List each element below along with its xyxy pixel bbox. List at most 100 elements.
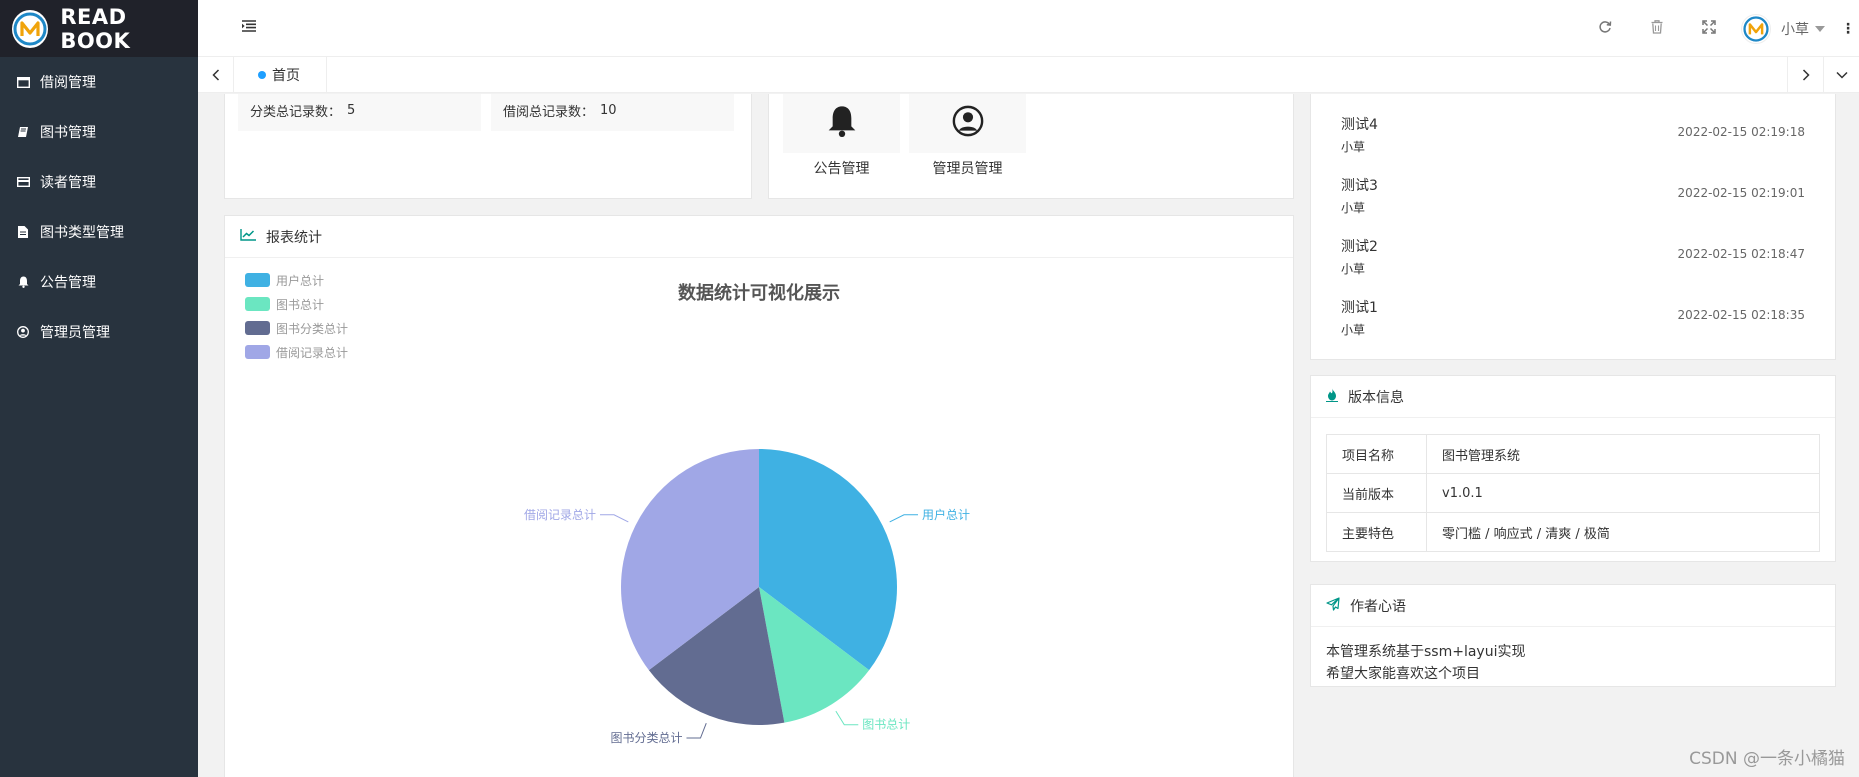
stat-borrow: 借阅总记录数： 10 (491, 94, 734, 131)
chevron-down-icon (1815, 25, 1825, 32)
table-row: 当前版本 v1.0.1 (1326, 473, 1820, 513)
sidebar-nav: 借阅管理 图书管理 读者管理 图书类型管理 公告管理 管理员管理 (0, 57, 198, 357)
notice-author: 小草 (1341, 262, 1366, 276)
paper-plane-icon (1326, 596, 1340, 615)
table-cell-key: 项目名称 (1326, 434, 1427, 474)
document-icon (16, 225, 30, 239)
sidebar-item-readers[interactable]: 读者管理 (0, 157, 198, 207)
tab-label: 首页 (272, 68, 300, 84)
top-header: 小草 ⋮ (198, 0, 1859, 57)
table-cell-key: 主要特色 (1326, 512, 1427, 552)
pie-label: 图书分类总计 (610, 731, 682, 745)
quick-admins-button[interactable] (909, 94, 1026, 153)
table-cell-value: 零门槛 / 响应式 / 清爽 / 极简 (1426, 512, 1820, 552)
sidebar-item-label: 借阅管理 (40, 75, 96, 91)
watermark: CSDN @一条小橘猫 (1689, 749, 1845, 769)
version-card: 版本信息 项目名称 图书管理系统 当前版本 v1.0.1 主要特色 零门槛 / … (1310, 375, 1836, 562)
avatar (1741, 13, 1771, 44)
sidebar-item-label: 读者管理 (40, 175, 96, 191)
sidebar-item-book-types[interactable]: 图书类型管理 (0, 207, 198, 257)
user-menu[interactable]: 小草 (1741, 13, 1825, 44)
pie-label-line (835, 710, 859, 726)
stat-value: 5 (347, 102, 356, 118)
logo-icon (12, 9, 49, 48)
author-note: 本管理系统基于ssm+layui实现 希望大家能喜欢这个项目 (1326, 641, 1525, 685)
sidebar-item-notices[interactable]: 公告管理 (0, 257, 198, 307)
stat-value: 10 (600, 102, 617, 118)
list-item[interactable]: 测试3 小草 2022-02-15 02:19:01 (1341, 175, 1805, 215)
sidebar-item-label: 图书管理 (40, 125, 96, 141)
quick-notices-button[interactable] (783, 94, 900, 153)
version-card-header: 版本信息 (1311, 376, 1835, 418)
reader-card-icon (16, 175, 30, 189)
bell-icon (827, 105, 857, 141)
pie-label-line (686, 722, 707, 739)
tabs-scroll-left-icon[interactable] (198, 57, 234, 93)
fire-icon (1326, 388, 1338, 406)
table-cell-value: 图书管理系统 (1426, 434, 1820, 474)
app-title: READ BOOK (60, 4, 131, 53)
list-item[interactable]: 测试1 小草 2022-02-15 02:18:35 (1341, 297, 1805, 337)
user-circle-icon (16, 325, 30, 339)
stats-card: 分类总记录数： 5 借阅总记录数： 10 (224, 94, 752, 199)
sidebar-item-borrow[interactable]: 借阅管理 (0, 57, 198, 107)
author-note-line: 希望大家能喜欢这个项目 (1326, 666, 1480, 682)
fullscreen-icon[interactable] (1683, 19, 1735, 38)
tab-active-dot (258, 71, 266, 79)
author-title: 作者心语 (1350, 598, 1406, 615)
notice-author: 小草 (1341, 140, 1366, 154)
refresh-icon[interactable] (1579, 20, 1631, 38)
tabs-menu-chevron-icon[interactable] (1823, 57, 1859, 93)
notice-time: 2022-02-15 02:18:47 (1677, 247, 1805, 261)
app-logo[interactable]: READ BOOK (0, 0, 198, 57)
stat-label: 借阅总记录数： (503, 104, 595, 120)
more-vertical-icon[interactable]: ⋮ (1841, 21, 1855, 37)
table-cell-key: 当前版本 (1326, 473, 1427, 513)
tab-home[interactable]: 首页 (234, 57, 327, 93)
sidebar-item-books[interactable]: 图书管理 (0, 107, 198, 157)
author-card: 作者心语 本管理系统基于ssm+layui实现 希望大家能喜欢这个项目 (1310, 584, 1836, 687)
list-item[interactable]: 测试4 小草 2022-02-15 02:19:18 (1341, 114, 1805, 154)
table-cell-value: v1.0.1 (1426, 473, 1820, 513)
notice-list-card: 测试4 小草 2022-02-15 02:19:18 测试3 小草 2022-02-15 … (1310, 94, 1836, 360)
author-card-header: 作者心语 (1311, 585, 1835, 627)
pie-label: 借阅记录总计 (524, 508, 596, 522)
author-note-line: 本管理系统基于ssm+layui实现 (1326, 644, 1526, 660)
stat-category: 分类总记录数： 5 (238, 94, 481, 131)
pie-label-line (599, 514, 629, 523)
stat-label: 分类总记录数： (250, 104, 342, 120)
quick-access-card: 公告管理 管理员管理 (768, 94, 1294, 199)
notice-time: 2022-02-15 02:19:18 (1677, 125, 1805, 139)
book-icon (16, 125, 30, 139)
line-chart-icon (240, 228, 256, 245)
version-table: 项目名称 图书管理系统 当前版本 v1.0.1 主要特色 零门槛 / 响应式 /… (1326, 434, 1820, 552)
notice-author: 小草 (1341, 323, 1366, 337)
user-name: 小草 (1781, 21, 1809, 38)
pie-label-line (889, 514, 919, 523)
user-circle-icon (952, 105, 984, 141)
report-title: 报表统计 (266, 229, 322, 246)
table-row: 主要特色 零门槛 / 响应式 / 清爽 / 极简 (1326, 512, 1820, 552)
header-actions: 小草 ⋮ (1579, 0, 1859, 57)
quick-notices-label[interactable]: 公告管理 (783, 158, 900, 178)
borrow-window-icon (16, 75, 30, 89)
tabs-bar: 首页 (198, 57, 1859, 93)
pie-label: 图书总计 (862, 718, 910, 732)
sidebar: READ BOOK 借阅管理 图书管理 读者管理 图书类型管理 公告管理 管理员… (0, 0, 198, 777)
main-content: 分类总记录数： 5 借阅总记录数： 10 公告管理 管理员管理 报表统计 数据统… (198, 94, 1859, 777)
quick-admins-label[interactable]: 管理员管理 (909, 158, 1026, 178)
tabs-scroll-right-icon[interactable] (1787, 57, 1823, 93)
notice-author: 小草 (1341, 201, 1366, 215)
sidebar-item-admins[interactable]: 管理员管理 (0, 307, 198, 357)
notice-time: 2022-02-15 02:18:35 (1677, 308, 1805, 322)
sidebar-item-label: 公告管理 (40, 275, 96, 291)
notice-time: 2022-02-15 02:19:01 (1677, 186, 1805, 200)
bell-icon (16, 275, 30, 289)
report-card-header: 报表统计 (225, 216, 1293, 258)
trash-icon[interactable] (1631, 19, 1683, 38)
report-card: 报表统计 数据统计可视化展示 用户总计 图书总计 图书分类总计 借阅记录总计 用户总计… (224, 215, 1294, 777)
list-item[interactable]: 测试2 小草 2022-02-15 02:18:47 (1341, 236, 1805, 276)
sidebar-item-label: 管理员管理 (40, 325, 110, 341)
sidebar-item-label: 图书类型管理 (40, 225, 124, 241)
menu-toggle-icon[interactable] (242, 20, 256, 36)
